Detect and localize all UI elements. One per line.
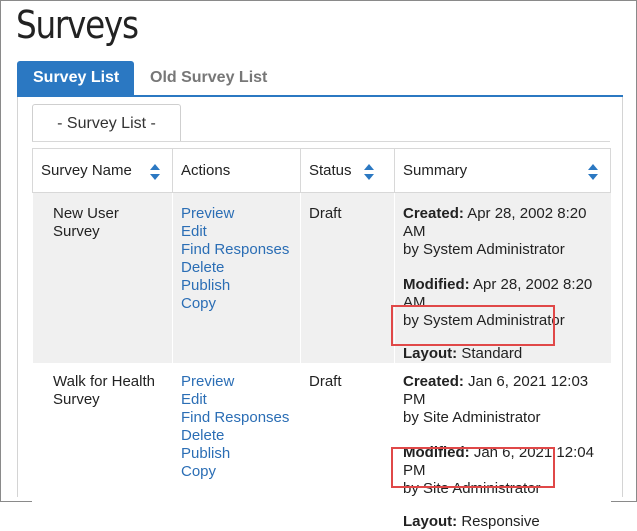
table-header-row: Survey Name Actions Status Summary bbox=[32, 148, 611, 193]
publish-link[interactable]: Publish bbox=[181, 277, 292, 295]
copy-link[interactable]: Copy bbox=[181, 463, 292, 481]
subtab-survey-list[interactable]: - Survey List - bbox=[32, 104, 181, 142]
status-cell: Draft bbox=[300, 192, 395, 363]
created-by: by Site Administrator bbox=[403, 409, 541, 426]
publish-link[interactable]: Publish bbox=[181, 445, 292, 463]
tab-old-survey-list[interactable]: Old Survey List bbox=[134, 61, 283, 96]
preview-link[interactable]: Preview bbox=[181, 373, 292, 391]
created-label: Created: bbox=[403, 373, 464, 390]
actions-cell: Preview Edit Find Responses Delete Publi… bbox=[172, 192, 301, 363]
created-info: Created: Jan 6, 2021 12:03 PM by Site Ad… bbox=[403, 373, 603, 427]
created-info: Created: Apr 28, 2002 8:20 AM by System … bbox=[403, 205, 603, 259]
delete-link[interactable]: Delete bbox=[181, 259, 292, 277]
delete-link[interactable]: Delete bbox=[181, 427, 292, 445]
actions-cell: Preview Edit Find Responses Delete Publi… bbox=[172, 363, 301, 531]
tab-survey-list[interactable]: Survey List bbox=[17, 61, 134, 96]
preview-link[interactable]: Preview bbox=[181, 205, 292, 223]
window-frame: Surveys Survey List Old Survey List - Su… bbox=[0, 0, 637, 531]
layout-info: Layout: Standard bbox=[403, 345, 603, 363]
sort-updown-icon[interactable] bbox=[363, 163, 375, 181]
sort-updown-icon[interactable] bbox=[149, 163, 161, 181]
edit-link[interactable]: Edit bbox=[181, 223, 292, 241]
layout-value: Responsive bbox=[457, 513, 540, 530]
survey-list-panel: - Survey List - Survey Name Actions Stat… bbox=[17, 97, 623, 531]
column-header-status[interactable]: Status bbox=[300, 148, 395, 193]
column-header-label: Survey Name bbox=[41, 162, 132, 179]
edit-link[interactable]: Edit bbox=[181, 391, 292, 409]
created-label: Created: bbox=[403, 205, 464, 222]
survey-name: New User Survey bbox=[53, 205, 119, 240]
status-text: Draft bbox=[309, 205, 342, 222]
column-header-label: Summary bbox=[403, 162, 468, 179]
find-responses-link[interactable]: Find Responses bbox=[181, 409, 292, 427]
status-cell: Draft bbox=[300, 363, 395, 531]
copy-link[interactable]: Copy bbox=[181, 295, 292, 313]
layout-label: Layout: bbox=[403, 513, 458, 530]
column-header-label: Status bbox=[309, 162, 352, 179]
page-title: Surveys bbox=[16, 3, 139, 47]
subtab-divider bbox=[32, 141, 610, 142]
column-header-label: Actions bbox=[181, 162, 231, 179]
survey-name-cell: Walk for Health Survey bbox=[32, 363, 173, 531]
sort-updown-icon[interactable] bbox=[587, 163, 599, 181]
layout-label: Layout: bbox=[403, 345, 458, 362]
survey-name: Walk for Health Survey bbox=[53, 373, 155, 408]
layout-info: Layout: Responsive bbox=[403, 513, 603, 531]
survey-name-cell: New User Survey bbox=[32, 192, 173, 363]
created-by: by System Administrator bbox=[403, 241, 565, 258]
layout-value: Standard bbox=[457, 345, 523, 362]
layout-highlight-box bbox=[391, 305, 555, 346]
find-responses-link[interactable]: Find Responses bbox=[181, 241, 292, 259]
modified-label: Modified: bbox=[403, 276, 470, 293]
layout-highlight-box bbox=[391, 447, 555, 488]
column-header-actions: Actions bbox=[172, 148, 301, 193]
column-header-survey-name[interactable]: Survey Name bbox=[32, 148, 173, 193]
column-header-summary[interactable]: Summary bbox=[394, 148, 611, 193]
status-text: Draft bbox=[309, 373, 342, 390]
